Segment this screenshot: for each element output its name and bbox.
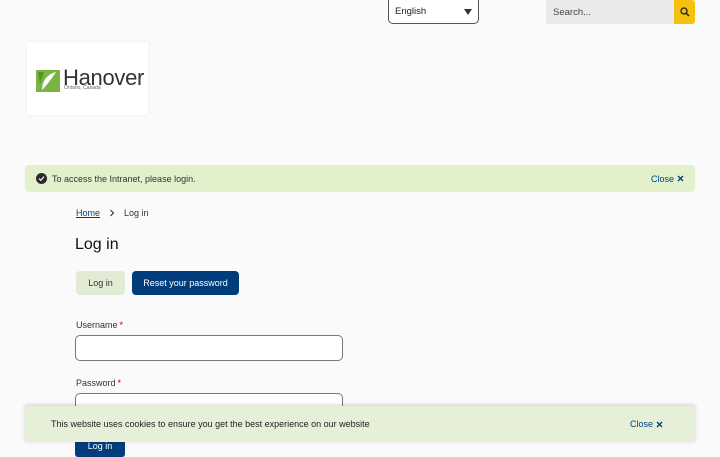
search-button[interactable] bbox=[674, 0, 695, 24]
search-input[interactable]: Search... bbox=[546, 0, 674, 24]
cookie-banner: This website uses cookies to ensure you … bbox=[25, 406, 695, 442]
breadcrumb-current: Log in bbox=[124, 208, 149, 218]
username-label-text: Username bbox=[76, 320, 118, 330]
cookie-message: This website uses cookies to ensure you … bbox=[51, 419, 370, 429]
breadcrumb-home-link[interactable]: Home bbox=[76, 208, 100, 218]
search-icon bbox=[679, 7, 689, 17]
chevron-right-icon bbox=[110, 209, 115, 217]
required-mark: * bbox=[119, 320, 124, 330]
language-select[interactable]: English bbox=[388, 0, 479, 24]
username-field[interactable] bbox=[75, 335, 343, 361]
tab-reset-password[interactable]: Reset your password bbox=[132, 271, 239, 295]
close-icon bbox=[677, 175, 684, 182]
logo-subtitle: Ontario, Canada bbox=[64, 85, 101, 91]
breadcrumb: Home Log in bbox=[76, 208, 149, 218]
status-alert: To access the Intranet, please login. Cl… bbox=[25, 165, 695, 192]
language-value: English bbox=[395, 6, 427, 17]
username-label: Username * bbox=[76, 320, 123, 330]
cookie-close-button[interactable]: Close bbox=[630, 419, 663, 429]
alert-close-label: Close bbox=[650, 173, 674, 184]
page-title: Log in bbox=[75, 236, 119, 253]
password-label-text: Password bbox=[76, 378, 116, 388]
chevron-down-icon bbox=[464, 8, 472, 15]
required-mark: * bbox=[117, 378, 122, 388]
alert-close-button[interactable]: Close bbox=[651, 174, 684, 184]
tab-login[interactable]: Log in bbox=[76, 271, 125, 295]
search-placeholder: Search... bbox=[553, 6, 592, 18]
cookie-close-label: Close bbox=[629, 419, 653, 429]
check-circle-icon bbox=[36, 173, 47, 184]
close-icon bbox=[656, 421, 663, 427]
site-logo[interactable]: Hanover Ontario, Canada bbox=[27, 42, 148, 115]
alert-message: To access the Intranet, please login. bbox=[52, 173, 196, 184]
logo-leaf-icon bbox=[36, 70, 60, 92]
password-label: Password * bbox=[76, 378, 121, 388]
